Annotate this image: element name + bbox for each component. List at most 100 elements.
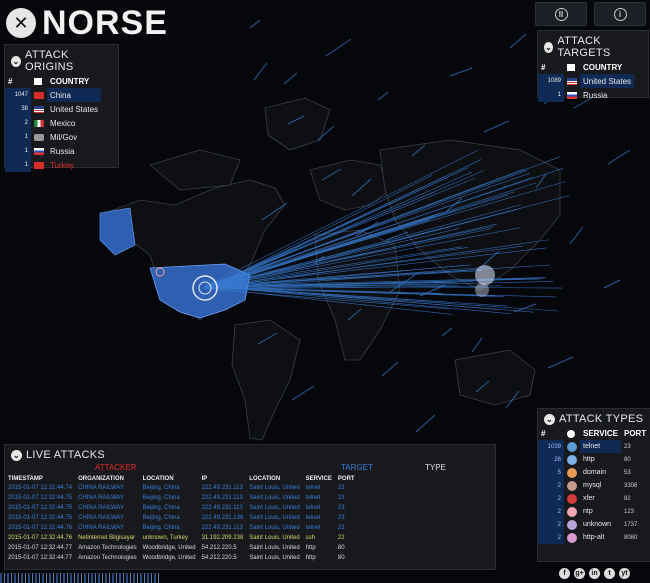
- flag-icon: [567, 91, 577, 99]
- target-location-cell: Saint Louis, United: [249, 555, 300, 561]
- live-attack-row[interactable]: 2015-01-07 12:32:44.75 CHINA RAILWAY Beiji…: [5, 513, 358, 523]
- attack-spark: [547, 356, 574, 369]
- flag-icon: [34, 119, 44, 127]
- attack-type-row[interactable]: 2 http-alt 8080: [538, 531, 649, 544]
- attack-origins-title: ATTACK ORIGINS: [25, 49, 74, 73]
- service-name: ntp: [583, 508, 593, 515]
- attack-types-table: # SERVICE PORT 1039 telnet 23 26 http 80 5 doma…: [538, 427, 649, 544]
- flag-icon: [567, 77, 577, 85]
- google-plus-icon[interactable]: g+: [574, 568, 585, 579]
- attack-count: 1: [5, 130, 31, 144]
- attack-count: 38: [5, 102, 31, 116]
- country-row[interactable]: 2 Mexico: [5, 116, 101, 130]
- attack-spark: [291, 385, 315, 401]
- attack-count: 1: [5, 144, 31, 158]
- country-row[interactable]: 1 Russia: [538, 88, 634, 102]
- ip-address-cell: 222.49.231.113: [201, 495, 243, 501]
- attack-spark: [483, 120, 510, 133]
- country-row[interactable]: 1047 China: [5, 88, 102, 102]
- attack-type-row[interactable]: 1039 telnet 23: [538, 440, 649, 453]
- attacker-location-cell: unknown, Turkey: [142, 535, 189, 541]
- service-name: telnet: [580, 440, 621, 453]
- alaska-highlight: [99, 207, 136, 256]
- pause-button[interactable]: II: [535, 2, 587, 26]
- live-attack-row[interactable]: 2015-01-07 12:32:44.75 CHINA RAILWAY Beiji…: [5, 503, 358, 513]
- youtube-icon[interactable]: yt: [619, 568, 630, 579]
- live-attack-row[interactable]: 2015-01-07 12:32:44.77 Amazon Technologie…: [5, 543, 358, 553]
- live-column-header: SERVICE: [305, 476, 332, 482]
- country-row[interactable]: 1 Russia: [5, 144, 101, 158]
- social-links: f g+ in t yt: [559, 568, 630, 579]
- attack-type-row[interactable]: 2 xfer 82: [538, 492, 649, 505]
- flag-cell: [31, 130, 47, 144]
- country-row[interactable]: 1 Mil/Gov: [5, 130, 101, 144]
- info-icon: i: [613, 7, 627, 21]
- twitter-icon[interactable]: t: [604, 568, 615, 579]
- live-attack-row[interactable]: 2015-01-07 12:32:44.76 CHINA RAILWAY Beiji…: [5, 523, 358, 533]
- country-name: United States: [50, 104, 99, 114]
- service-port: 1737: [623, 521, 638, 528]
- attacker-location-cell: Woodbridge, United: [142, 545, 196, 551]
- australia-landmass: [454, 349, 536, 406]
- attack-type-row[interactable]: 5 domain 53: [538, 466, 649, 479]
- target-location-cell: Saint Louis, United: [249, 535, 300, 541]
- flag-icon: [34, 105, 44, 113]
- app-title: NORSE: [42, 4, 168, 42]
- service-color-dot: [567, 519, 577, 530]
- hash-column-header: #: [541, 429, 546, 438]
- origin-glow-china-2: [475, 283, 489, 297]
- attack-types-header[interactable]: ⌄ ATTACK TYPES: [538, 409, 650, 427]
- live-attack-row[interactable]: 2015-01-07 12:32:44.77 Amazon Technologie…: [5, 553, 358, 563]
- country-row[interactable]: 1089 United States: [538, 74, 635, 88]
- service-cell: telnet: [305, 505, 321, 511]
- live-attacks-title: LIVE ATTACKS: [26, 449, 105, 461]
- facebook-icon[interactable]: f: [559, 568, 570, 579]
- country-name: Mexico: [50, 118, 76, 128]
- timestamp-cell: 2015-01-07 12:32:44.77: [8, 555, 73, 561]
- flag-column-icon: [564, 61, 580, 74]
- attack-type-row[interactable]: 2 unknown 1737: [538, 518, 649, 531]
- dot-cell: [564, 479, 580, 492]
- service-cell: http: [305, 545, 316, 551]
- service-name: unknown: [583, 521, 612, 528]
- attacker-location-cell: Beijing, China: [142, 505, 180, 511]
- live-column-header: PORT: [337, 476, 355, 482]
- organization-cell: Amazon Technologies: [78, 545, 137, 551]
- attack-count: 1039: [538, 440, 564, 453]
- attack-type-row[interactable]: 26 http 80: [538, 453, 649, 466]
- ip-address-cell: 54.212.220.5: [201, 545, 237, 551]
- live-attack-row[interactable]: 2015-01-07 12:32:44.76 Netinternet Bilgis…: [5, 533, 358, 543]
- attack-spark: [603, 279, 621, 289]
- flag-cell: [31, 144, 47, 158]
- live-attacks-header[interactable]: ⌄ LIVE ATTACKS: [5, 445, 495, 463]
- country-row[interactable]: 1 Turkey: [5, 158, 101, 172]
- attack-count: 5: [538, 466, 564, 479]
- attack-targets-panel: ⌄ ATTACK TARGETS # COUNTRY 1089 United St…: [537, 30, 649, 102]
- country-name: Mil/Gov: [50, 132, 78, 142]
- flag-cell: [31, 158, 47, 172]
- live-attacks-panel: ⌄ LIVE ATTACKS ATTACKER TARGET TYPE TIME…: [4, 444, 496, 570]
- service-port: 53: [623, 469, 631, 476]
- port-cell: 23: [337, 515, 345, 521]
- linkedin-icon[interactable]: in: [589, 568, 600, 579]
- country-row[interactable]: 38 United States: [5, 102, 101, 116]
- attack-origins-header[interactable]: ⌄ ATTACK ORIGINS: [5, 45, 118, 75]
- service-color-dot: [567, 467, 577, 478]
- timestamp-cell: 2015-01-07 12:32:44.75: [8, 515, 73, 521]
- service-cell: telnet: [305, 495, 321, 501]
- country-name: China: [47, 88, 102, 102]
- attack-targets-header[interactable]: ⌄ ATTACK TARGETS: [538, 31, 648, 61]
- timestamp-cell: 2015-01-07 12:32:44.76: [8, 525, 73, 531]
- service-color-dot: [567, 493, 577, 504]
- flag-cell: [31, 102, 47, 116]
- attack-type-row[interactable]: 2 ntp 123: [538, 505, 649, 518]
- live-attack-row[interactable]: 2015-01-07 12:32:44.75 CHINA RAILWAY Beiji…: [5, 493, 358, 503]
- live-attack-row[interactable]: 2015-01-07 12:32:44.74 CHINA RAILWAY Beiji…: [5, 483, 358, 493]
- info-button[interactable]: i: [594, 2, 646, 26]
- attack-type-row[interactable]: 2 mysql 3306: [538, 479, 649, 492]
- attack-spark: [377, 91, 389, 101]
- target-location-cell: Saint Louis, United: [249, 495, 300, 501]
- hash-column-header: #: [541, 63, 546, 72]
- dot-cell: [564, 440, 580, 453]
- attack-spark: [415, 414, 436, 433]
